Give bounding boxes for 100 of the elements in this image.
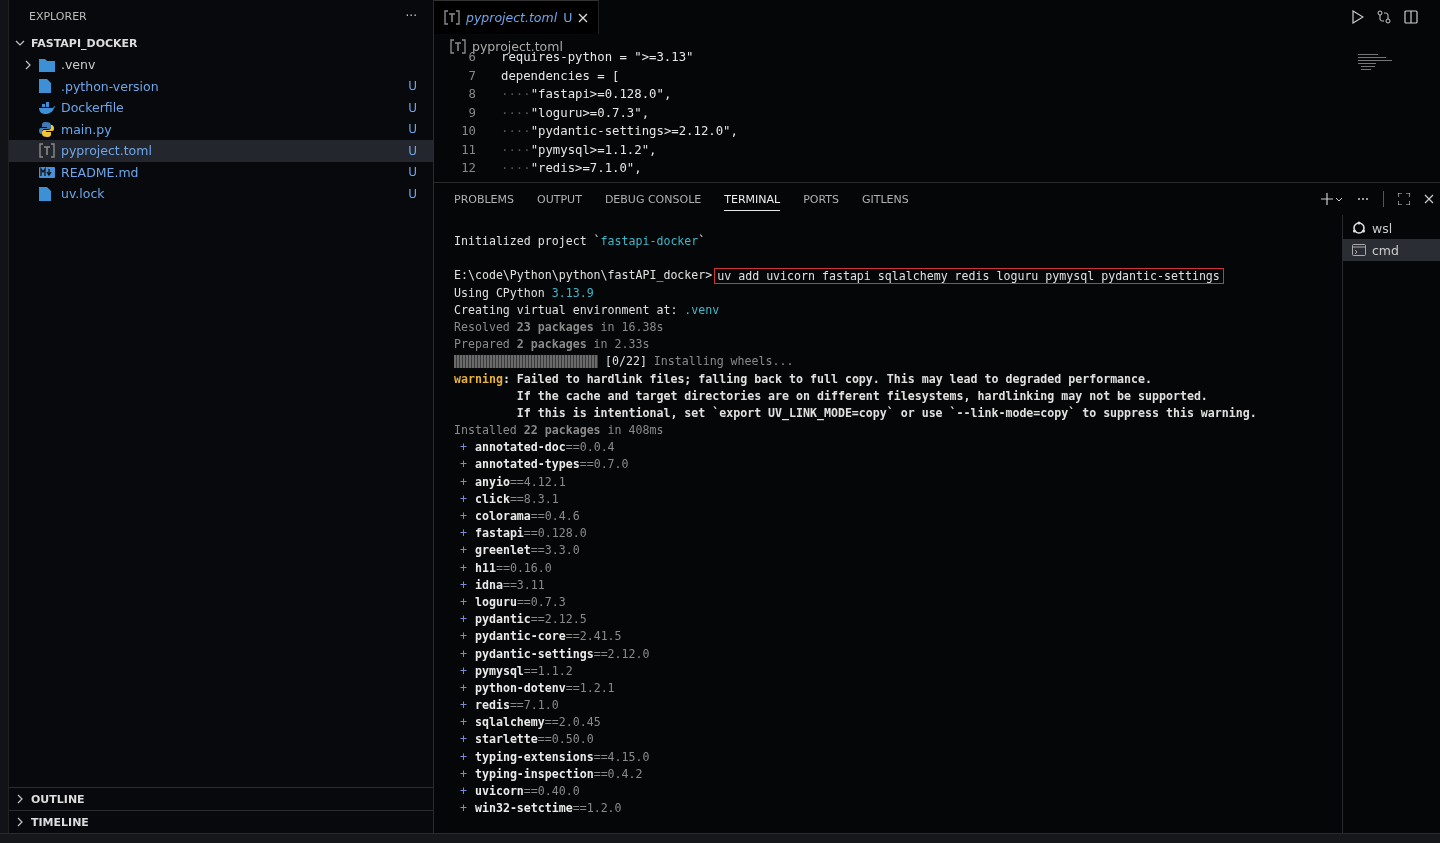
terminal-text: Prepared <box>454 336 511 354</box>
package-version: ==2.12.0 <box>593 645 650 663</box>
code-line: ····"fastapi>=0.128.0", <box>501 86 672 103</box>
package-version: ==7.1.0 <box>509 697 559 715</box>
terminal-text: If the cache and target directories are on different filesystems, hardlinking may not be supported. <box>515 387 1208 405</box>
package-name: annotated-types <box>475 456 580 474</box>
line-number: 8 <box>467 86 477 103</box>
package-version: ==1.2.0 <box>572 800 622 818</box>
terminal-text: : Failed to hardlink files; falling back to full copy. This may lead to degraded performance. <box>502 370 1153 388</box>
plus-sign: + <box>460 593 467 611</box>
package-name: typing-extensions <box>475 748 594 766</box>
terminal-item[interactable]: wsl <box>1343 217 1440 239</box>
bracket-t-icon <box>444 10 460 25</box>
file-tree-item[interactable]: .venv <box>9 54 433 76</box>
plus-sign: + <box>460 731 467 749</box>
file-tree-item[interactable]: .python-version U <box>9 75 433 97</box>
package-name: python-dotenv <box>475 679 566 697</box>
terminal-text: Using CPython <box>454 284 546 302</box>
close-icon <box>578 12 589 23</box>
console-icon <box>1352 244 1366 256</box>
terminal-item[interactable]: cmd <box>1343 239 1440 261</box>
plus-sign: + <box>460 679 467 697</box>
package-name: redis <box>475 697 510 715</box>
package-name: idna <box>475 576 503 594</box>
code-line: ····"loguru>=0.7.3", <box>501 104 650 122</box>
package-name: h11 <box>475 559 496 577</box>
plus-sign: + <box>460 697 467 715</box>
file-tree-item[interactable]: main.py U <box>9 118 433 140</box>
package-version: ==0.7.0 <box>579 456 629 474</box>
file-tree-item[interactable]: pyproject.toml U <box>9 140 433 162</box>
terminal-text: in 16.38s <box>599 318 664 336</box>
file-tree-item[interactable]: README.md U <box>9 161 433 183</box>
line-number: 11 <box>460 141 477 159</box>
plus-sign: + <box>460 783 467 800</box>
plus-sign: + <box>460 542 467 560</box>
plus-sign: + <box>460 628 467 646</box>
split-editor-icon <box>1404 10 1418 24</box>
package-version: ==0.16.0 <box>495 559 552 577</box>
package-version: ==0.128.0 <box>523 525 587 543</box>
package-name: pydantic-settings <box>475 645 594 663</box>
folder-header[interactable]: FASTAPI_DOCKER <box>9 32 433 54</box>
section-header[interactable]: OUTLINE <box>9 787 433 810</box>
code-line: ····"redis>=7.1.0", <box>501 160 642 177</box>
snake-icon <box>39 121 54 137</box>
terminal-text: [0/22] <box>603 353 648 371</box>
package-version: ==0.40.0 <box>523 783 580 800</box>
bracket-t-icon <box>450 38 466 54</box>
panel-tab[interactable]: OUTPUT <box>537 187 582 211</box>
plus-sign: + <box>460 714 467 732</box>
plus-sign: + <box>460 559 467 577</box>
folder-icon <box>39 57 55 72</box>
package-name: greenlet <box>475 542 531 560</box>
editor-tab[interactable]: pyproject.toml U <box>434 0 600 34</box>
bracket-t-icon <box>39 143 55 159</box>
file-tree-item[interactable]: uv.lock U <box>9 183 433 205</box>
package-name: click <box>475 490 510 508</box>
terminal-text: in 2.33s <box>592 336 650 354</box>
package-version: ==0.4.6 <box>530 508 580 525</box>
plus-sign: + <box>460 490 467 508</box>
package-version: ==0.4.2 <box>593 765 643 783</box>
terminal-text: Installed <box>454 422 518 440</box>
package-version: ==3.3.0 <box>530 542 580 560</box>
plus-sign: + <box>460 456 467 474</box>
panel-tab[interactable]: PORTS <box>803 187 839 211</box>
terminal-text: ` <box>698 233 706 250</box>
package-version: ==4.12.1 <box>509 473 566 491</box>
plus-sign: + <box>460 439 467 457</box>
panel-title: EXPLORER <box>29 9 87 23</box>
plus-sign: + <box>460 765 467 783</box>
terminal-text: in 408ms <box>606 422 664 440</box>
line-number: 7 <box>467 67 477 85</box>
whale-icon <box>39 101 55 114</box>
panel-tab[interactable]: PROBLEMS <box>454 187 515 211</box>
panel-tab[interactable]: GITLENS <box>862 187 909 211</box>
package-name: pydantic-core <box>475 628 566 646</box>
package-version: ==2.0.45 <box>544 714 601 732</box>
package-name: loguru <box>475 593 517 611</box>
terminal-text: Initialized project ` <box>454 233 601 250</box>
terminal-text: warning <box>454 370 503 388</box>
terminal-text: fastapi-docker <box>600 233 699 250</box>
plus-sign: + <box>460 508 467 525</box>
terminal-text: 3.13.9 <box>551 284 594 302</box>
package-version: ==0.7.3 <box>516 593 566 611</box>
package-version: ==0.0.4 <box>565 439 615 457</box>
code-line: ····"pymysql>=1.1.2", <box>501 141 657 159</box>
chevron-right-icon <box>15 817 25 827</box>
file-tree-item[interactable]: Dockerfile U <box>9 97 433 119</box>
plus-icon <box>1321 193 1343 205</box>
plus-sign: + <box>460 645 467 663</box>
terminal-text: Resolved <box>454 318 511 336</box>
package-version: ==8.3.1 <box>509 490 559 508</box>
more-button[interactable]: ··· <box>405 9 417 23</box>
panel-tab[interactable]: TERMINAL <box>724 187 781 211</box>
panel-tab[interactable]: DEBUG CONSOLE <box>604 187 702 211</box>
plus-sign: + <box>460 662 467 680</box>
plus-sign: + <box>460 576 467 594</box>
package-name: starlette <box>475 731 538 749</box>
package-version: ==1.1.2 <box>523 662 573 680</box>
package-name: anyio <box>475 473 510 491</box>
compare-changes-icon <box>1376 9 1392 25</box>
